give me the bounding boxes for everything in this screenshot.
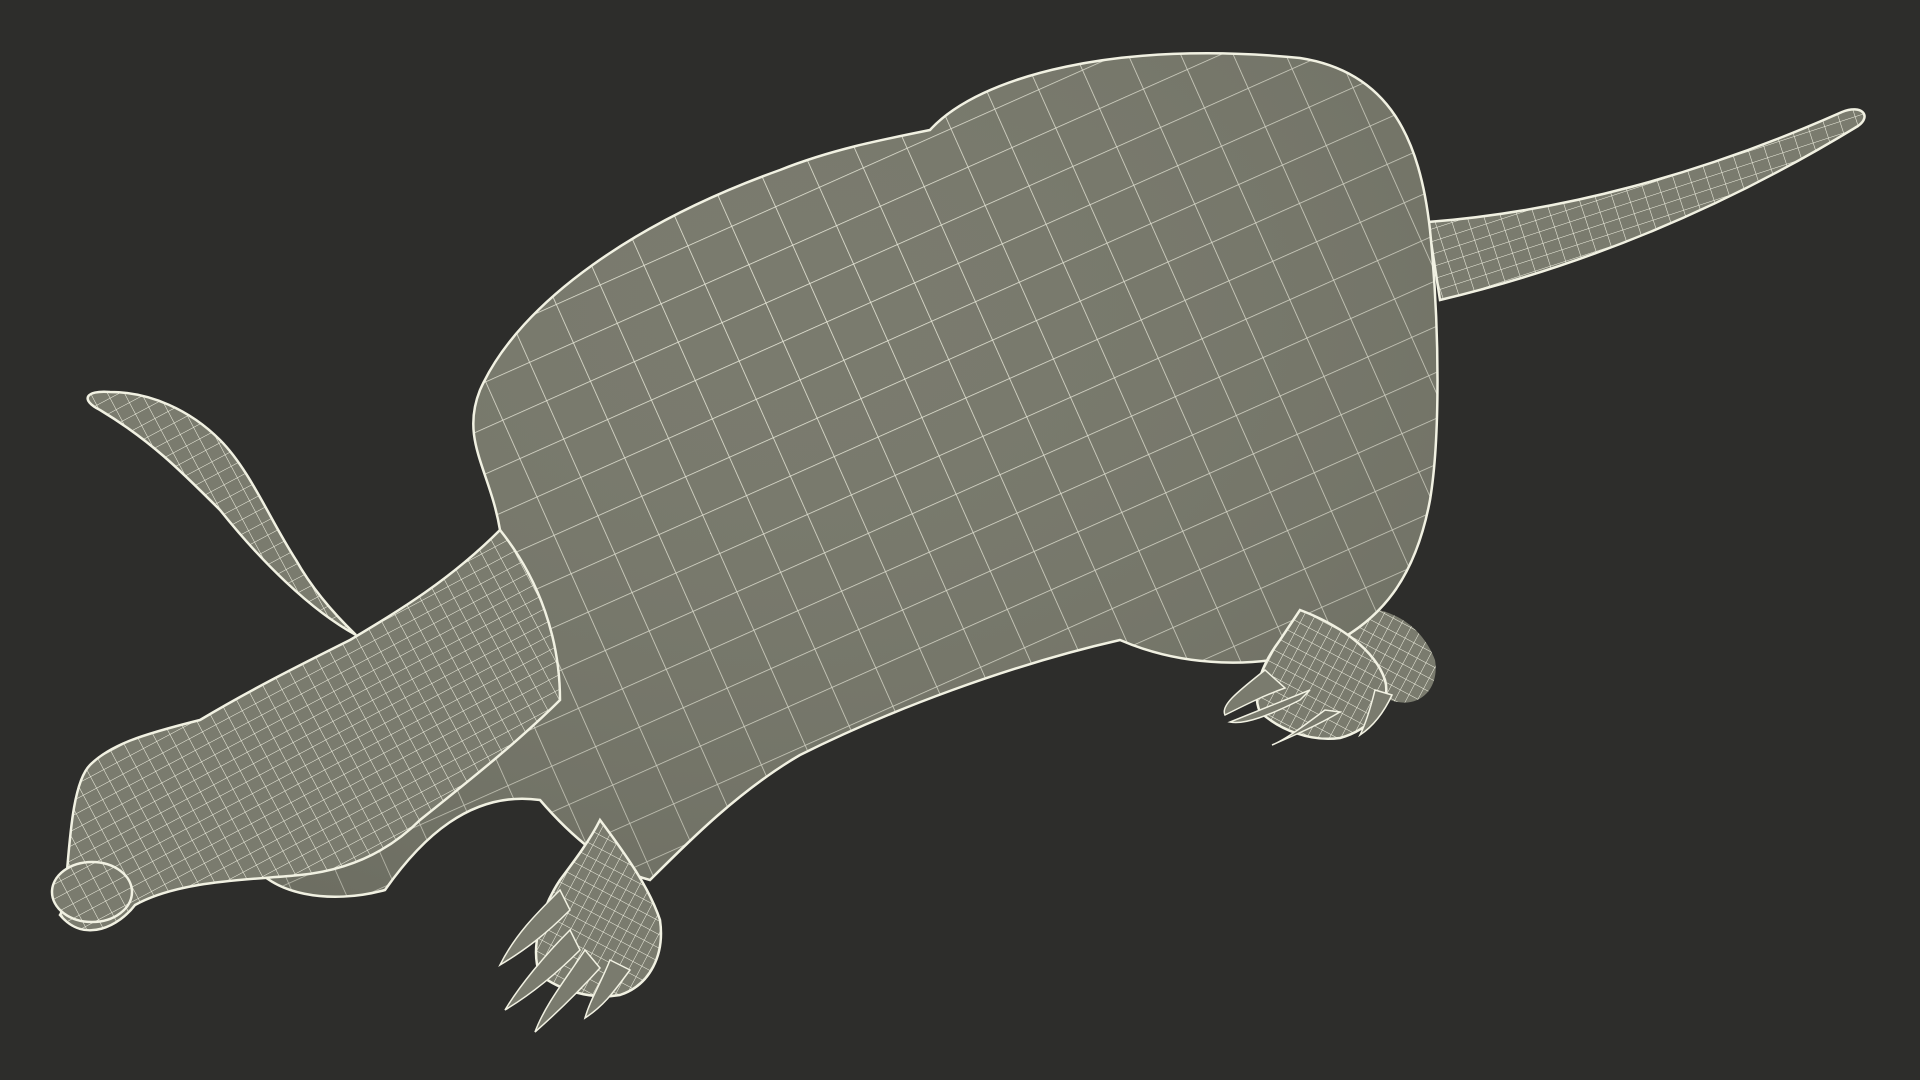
render-viewport [0, 0, 1920, 1080]
model-render [0, 0, 1920, 1080]
